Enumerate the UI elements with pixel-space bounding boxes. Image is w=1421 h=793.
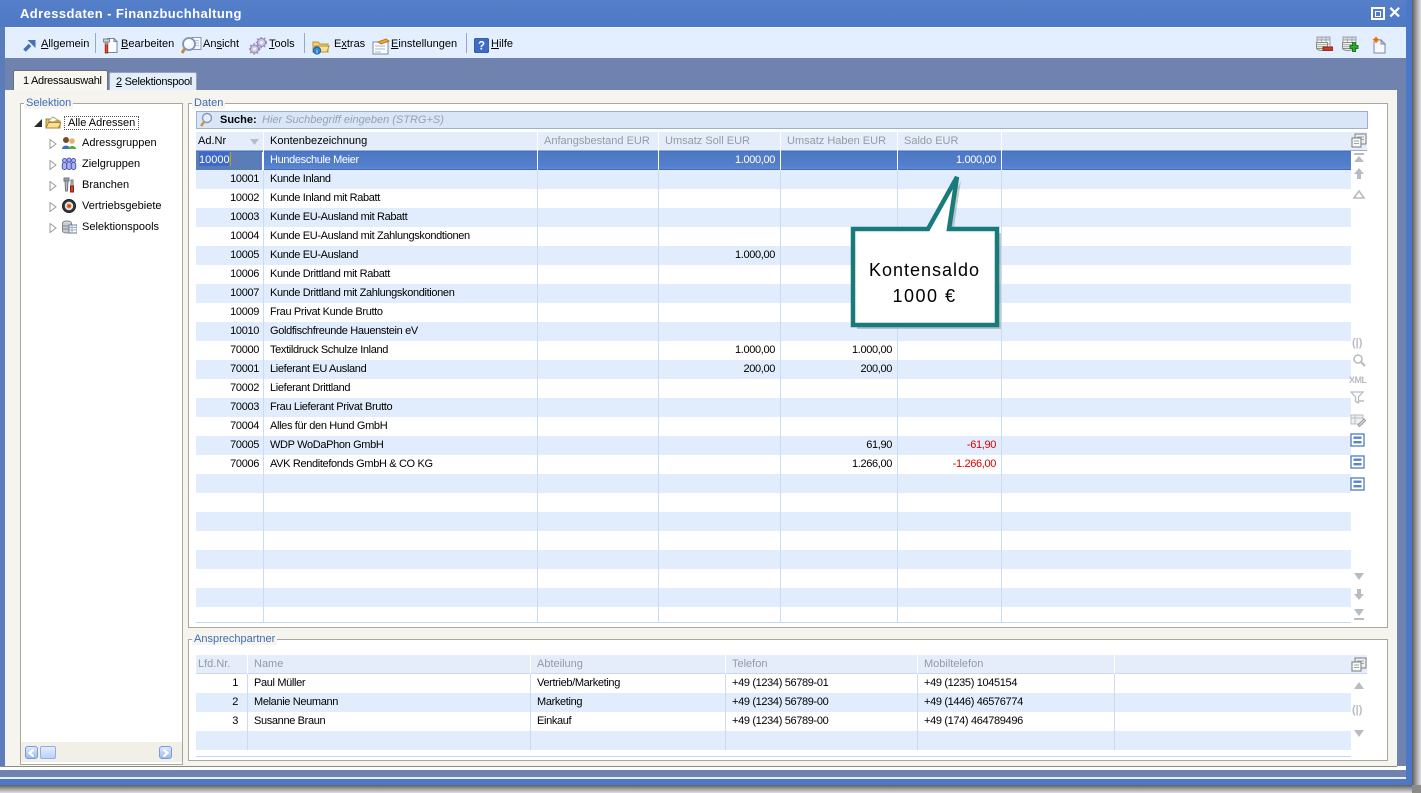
svg-text:?: ? — [478, 41, 485, 53]
svg-text:i: i — [316, 48, 317, 55]
